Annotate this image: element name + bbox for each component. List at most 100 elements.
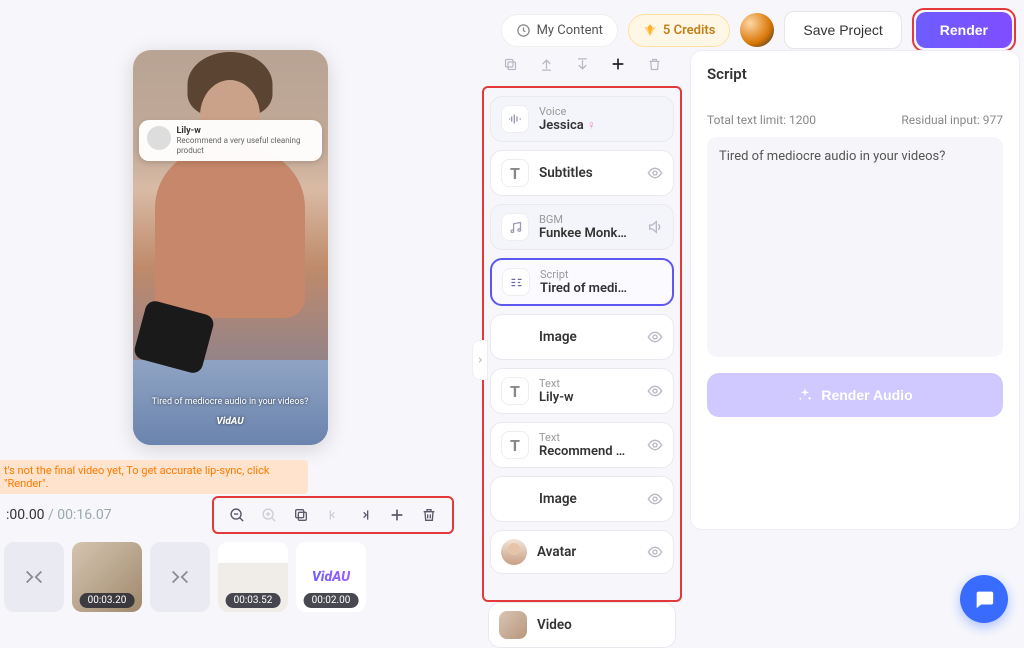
layer-image[interactable]: Image <box>490 476 674 522</box>
layer-bgm[interactable]: BGM Funkee Monk… <box>490 204 674 250</box>
text-icon: T <box>501 431 529 459</box>
visibility-icon[interactable] <box>647 544 663 560</box>
clip-duration-badge: 00:03.20 <box>80 593 135 608</box>
panel-title: Script <box>707 65 1003 83</box>
script-textarea[interactable]: Tired of mediocre audio in your videos? <box>707 137 1003 357</box>
user-avatar[interactable] <box>740 13 774 47</box>
layer-value: Image <box>539 329 635 345</box>
layer-video[interactable]: Video <box>488 602 676 648</box>
clip-thumbnail[interactable]: 00:03.52 <box>218 542 288 612</box>
render-button[interactable]: Render <box>916 12 1012 48</box>
my-content-pill[interactable]: My Content <box>501 14 618 47</box>
visibility-icon[interactable] <box>647 437 663 453</box>
layers-list: Voice Jessica♀ T Subtitles BGM Funkee Mo… <box>482 86 682 602</box>
layers-panel: Voice Jessica♀ T Subtitles BGM Funkee Mo… <box>482 50 682 630</box>
visibility-icon[interactable] <box>647 491 663 507</box>
overlay-description: Recommend a very useful cleaning product <box>177 136 314 155</box>
layer-voice[interactable]: Voice Jessica♀ <box>490 96 674 142</box>
spacer <box>501 323 529 351</box>
time-current: :00.00 <box>6 507 45 523</box>
split-right-button[interactable] <box>356 506 374 524</box>
preview-area: Lily-w Recommend a very useful cleaning … <box>0 50 460 445</box>
avatar-body <box>160 70 300 270</box>
clip-thumbnail[interactable]: VidAU 00:02.00 <box>296 542 366 612</box>
layer-delete-button[interactable] <box>646 56 662 72</box>
layer-down-icon <box>575 57 590 72</box>
trash-icon <box>421 507 437 523</box>
transition-icon <box>23 566 45 588</box>
script-text-content: Tired of mediocre audio in your videos? <box>719 149 945 164</box>
sparkle-icon <box>797 387 813 403</box>
visibility-icon[interactable] <box>647 165 663 181</box>
split-left-button[interactable] <box>324 506 342 524</box>
transition-icon <box>169 566 191 588</box>
zoom-in-icon <box>261 507 278 524</box>
layer-value: Jessica♀ <box>539 118 635 133</box>
avatar-thumbnail-icon <box>501 539 527 565</box>
transition-slot[interactable] <box>4 542 64 612</box>
timeline-controls: :00.00 / 00:16.07 <box>0 490 460 540</box>
copy-icon <box>293 507 309 523</box>
chat-icon <box>973 588 995 610</box>
layer-script[interactable]: Script Tired of medi… <box>490 258 674 306</box>
female-icon: ♀ <box>587 118 596 132</box>
panel-collapse-handle[interactable] <box>472 340 488 380</box>
layer-add-button[interactable] <box>610 56 626 72</box>
split-left-icon <box>325 507 341 523</box>
text-limit-label: Total text limit: 1200 <box>707 113 816 127</box>
overlay-card: Lily-w Recommend a very useful cleaning … <box>139 120 322 161</box>
save-project-button[interactable]: Save Project <box>784 11 901 49</box>
layer-avatar[interactable]: Avatar <box>490 530 674 574</box>
clip-duration-badge: 00:02.00 <box>304 593 359 608</box>
spacer <box>501 485 529 513</box>
time-duration: 00:16.07 <box>57 507 111 523</box>
voice-wave-icon <box>501 105 529 133</box>
add-clip-button[interactable] <box>388 506 406 524</box>
visibility-icon[interactable] <box>647 383 663 399</box>
residual-input-label: Residual input: 977 <box>901 113 1003 127</box>
preview-watermark: VidAU <box>216 416 243 427</box>
script-panel: Script Total text limit: 1200 Residual i… <box>690 50 1020 530</box>
transition-slot[interactable] <box>150 542 210 612</box>
layer-image[interactable]: Image <box>490 314 674 360</box>
render-tip-banner: t's not the final video yet, To get accu… <box>0 460 308 494</box>
delete-clip-button[interactable] <box>420 506 438 524</box>
volume-icon[interactable] <box>647 219 663 235</box>
layer-value: Funkee Monk… <box>539 226 635 241</box>
zoom-in-button[interactable] <box>260 506 278 524</box>
layer-down-button[interactable] <box>574 56 590 72</box>
my-content-label: My Content <box>537 23 603 38</box>
layer-value: Image <box>539 491 635 507</box>
zoom-out-icon <box>229 507 246 524</box>
layer-subtitles[interactable]: T Subtitles <box>490 150 674 196</box>
text-icon: T <box>501 159 529 187</box>
render-audio-button[interactable]: Render Audio <box>707 373 1003 417</box>
layer-label: Text <box>539 431 637 444</box>
diamond-icon <box>643 23 657 37</box>
script-icon <box>502 268 530 296</box>
layer-value: Video <box>537 617 633 633</box>
trash-icon <box>647 57 662 72</box>
support-chat-button[interactable] <box>960 575 1008 623</box>
copy-icon <box>503 57 518 72</box>
time-separator: / <box>45 507 58 523</box>
credits-pill[interactable]: 5 Credits <box>628 14 730 47</box>
timecode: :00.00 / 00:16.07 <box>6 507 112 523</box>
layer-text[interactable]: T Text Recommend … <box>490 422 674 468</box>
layer-text[interactable]: T Text Lily-w <box>490 368 674 414</box>
layer-up-button[interactable] <box>538 56 554 72</box>
render-audio-label: Render Audio <box>821 387 912 403</box>
overlay-name: Lily-w <box>177 126 314 136</box>
clip-thumbnail[interactable]: 00:03.20 <box>72 542 142 612</box>
zoom-out-button[interactable] <box>228 506 246 524</box>
video-preview[interactable]: Lily-w Recommend a very useful cleaning … <box>133 50 328 445</box>
layer-label: BGM <box>539 213 637 226</box>
copy-clip-button[interactable] <box>292 506 310 524</box>
clip-strip: 00:03.20 00:03.52 VidAU 00:02.00 <box>4 542 366 612</box>
layer-up-icon <box>539 57 554 72</box>
visibility-icon[interactable] <box>647 329 663 345</box>
vidau-logo-text: VidAU <box>312 569 350 585</box>
overlay-avatar-icon <box>147 126 171 150</box>
layer-copy-button[interactable] <box>502 56 518 72</box>
layer-toolbar <box>482 50 682 86</box>
